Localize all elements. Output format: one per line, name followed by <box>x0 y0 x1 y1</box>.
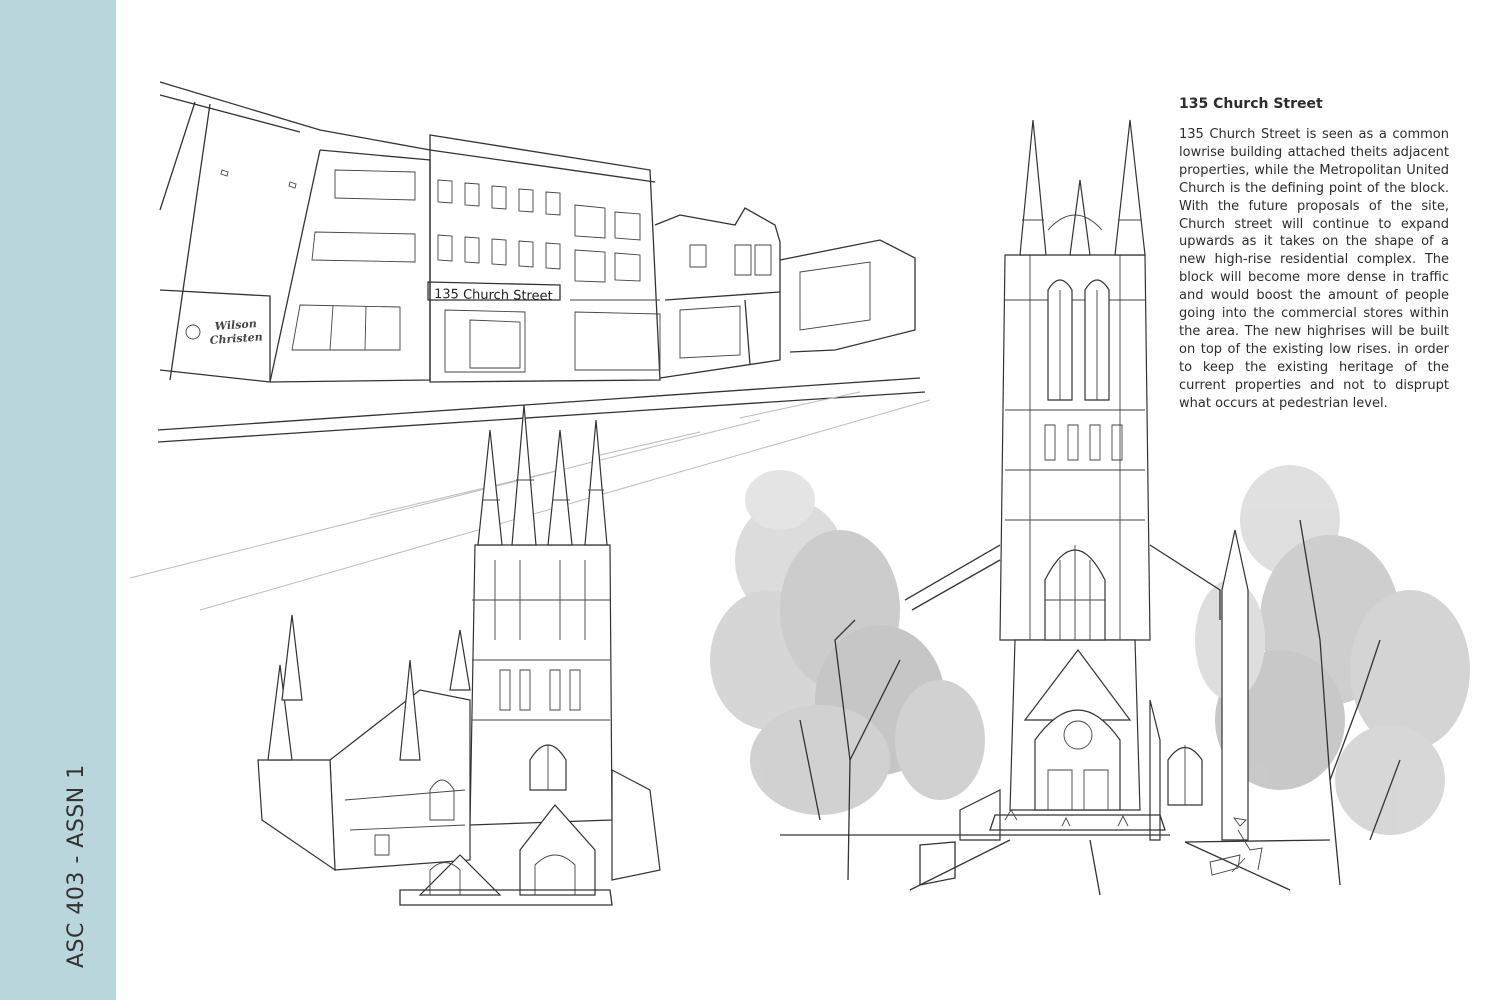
storefront-text-line2: Christen <box>209 330 263 347</box>
left-building <box>159 81 431 383</box>
building-sign-text: 135 Church Street <box>434 287 553 304</box>
church-street-building <box>427 134 661 383</box>
sketches-canvas: Wilson Christen 135 Church Street <box>129 81 1470 906</box>
church-perspective-sketch <box>257 404 661 906</box>
right-buildings <box>654 207 916 379</box>
church-elevation-sketch <box>710 119 1470 896</box>
